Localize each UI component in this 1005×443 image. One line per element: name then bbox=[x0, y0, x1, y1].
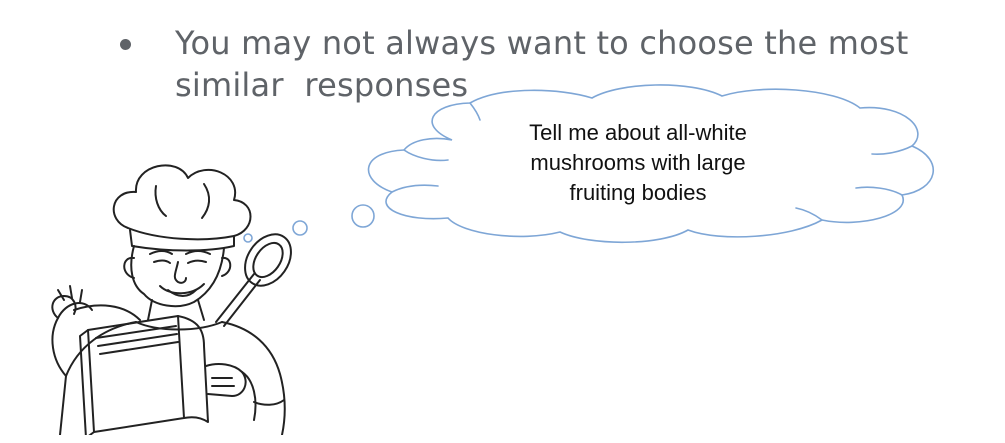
chef-face bbox=[130, 245, 225, 308]
thought-circle-large bbox=[351, 204, 375, 228]
bubble-line: Tell me about all-white bbox=[529, 120, 747, 145]
chef-reading-cookbook-icon bbox=[51, 164, 292, 435]
slide: You may not always want to choose the mo… bbox=[0, 0, 1005, 443]
thought-bubble-text: Tell me about all-white mushrooms with l… bbox=[478, 118, 798, 208]
wooden-spoon bbox=[215, 273, 255, 323]
bubble-line: mushrooms with large bbox=[530, 150, 746, 175]
bubble-line: fruiting bodies bbox=[569, 180, 707, 205]
chef-hat bbox=[112, 164, 252, 241]
